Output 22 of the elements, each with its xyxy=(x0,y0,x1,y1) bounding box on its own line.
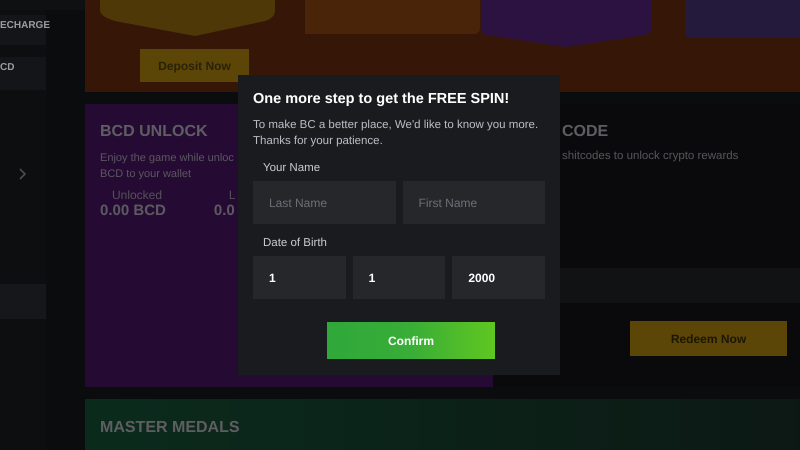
stat-value: 0.00 BCD xyxy=(100,202,166,220)
card-description: BCD to your wallet xyxy=(100,167,192,182)
modal-message: Thanks for your patience. xyxy=(253,134,384,149)
card-description: Enjoy the game while unloc xyxy=(100,151,234,166)
date-field[interactable]: 1 xyxy=(352,256,446,299)
date-field[interactable]: 1 xyxy=(253,256,346,299)
field-label: Your Name xyxy=(263,161,322,175)
name-field[interactable]: First Name xyxy=(402,181,545,224)
name-field[interactable]: Last Name xyxy=(253,181,396,224)
card-title: MASTER MEDALS xyxy=(100,419,240,437)
chevron-icon[interactable] xyxy=(19,168,27,180)
date-field[interactable]: 2000 xyxy=(452,256,546,299)
sidebar-item[interactable]: CD xyxy=(0,57,46,90)
stat-value: 0.0 xyxy=(214,202,236,220)
card-title: CODE xyxy=(562,123,608,141)
card-title: BCD UNLOCK xyxy=(100,123,208,141)
modal-title: One more step to get the FREE SPIN! xyxy=(253,90,510,108)
field-label: Date of Birth xyxy=(263,236,328,250)
modal-message: To make BC a better place, We'd like to know you more. xyxy=(253,118,540,133)
stat-label: L xyxy=(228,188,236,202)
stat-label: Unlocked xyxy=(111,188,164,202)
card-description: shitcodes to unlock crypto rewards xyxy=(562,150,740,162)
